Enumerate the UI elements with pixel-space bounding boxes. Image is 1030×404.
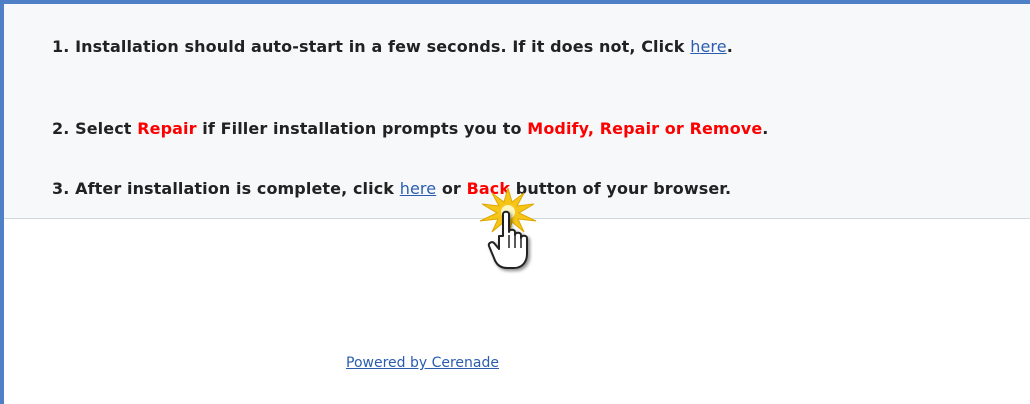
options-highlight: Modify, Repair or Remove bbox=[527, 119, 763, 138]
hand-pointer-click-icon bbox=[479, 188, 537, 269]
step-2-prefix: 2. Select bbox=[52, 119, 138, 138]
step-2: 2. Select Repair if Filler installation … bbox=[52, 119, 768, 138]
step-1-end: . bbox=[726, 37, 733, 56]
step-3-prefix: 3. After installation is complete, click bbox=[52, 179, 400, 198]
hand-icon bbox=[487, 210, 528, 269]
repair-highlight: Repair bbox=[137, 119, 197, 138]
step-3: 3. After installation is complete, click… bbox=[52, 179, 731, 198]
step-1: 1. Installation should auto-start in a f… bbox=[52, 37, 733, 56]
complete-here-link[interactable]: here bbox=[400, 179, 436, 198]
instructions-panel: 1. Installation should auto-start in a f… bbox=[4, 4, 1030, 219]
step-3-middle: or bbox=[436, 179, 467, 198]
step-2-end: . bbox=[762, 119, 769, 138]
powered-by-link[interactable]: Powered by Cerenade bbox=[346, 355, 499, 371]
auto-start-here-link[interactable]: here bbox=[690, 37, 726, 56]
step-2-middle: if Filler installation prompts you to bbox=[196, 119, 528, 138]
step-1-text: 1. Installation should auto-start in a f… bbox=[52, 37, 691, 56]
